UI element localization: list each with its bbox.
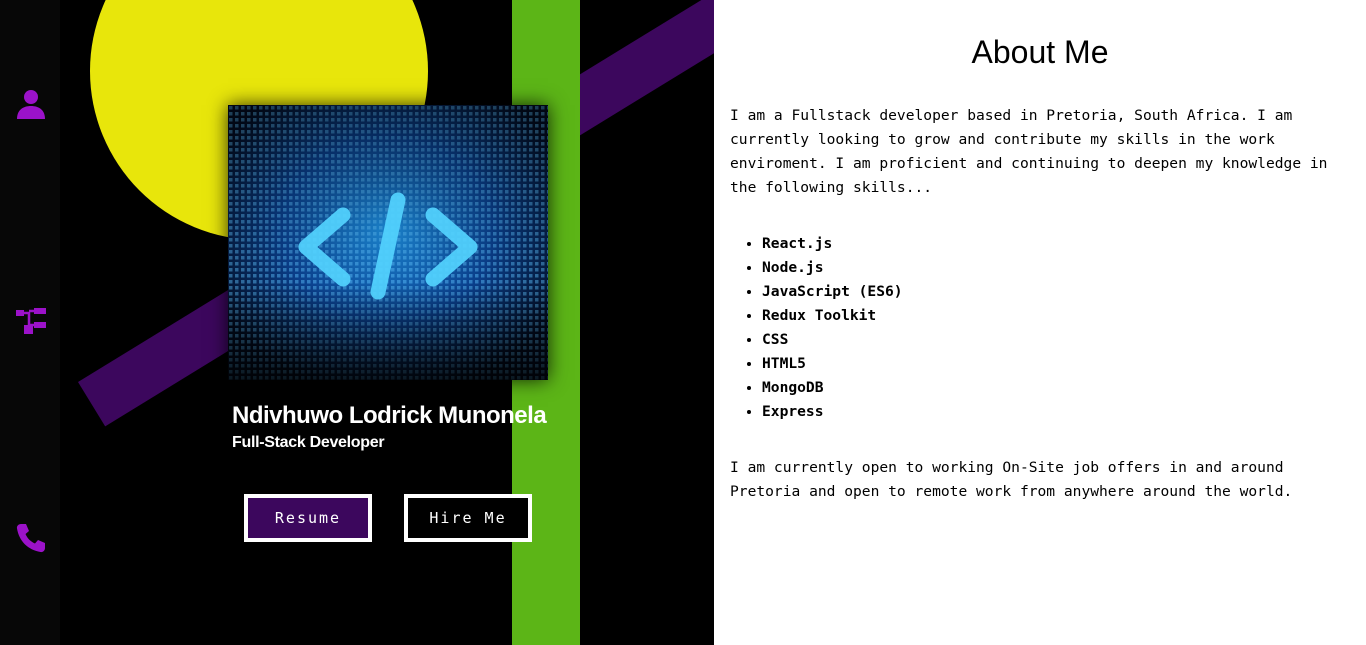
- about-outro: I am currently open to working On-Site j…: [730, 459, 1293, 500]
- about-intro: I am a Fullstack developer based in Pret…: [730, 107, 1328, 196]
- list-item: MongoDB: [762, 376, 903, 400]
- list-item: CSS: [762, 328, 903, 352]
- list-item: Node.js: [762, 256, 903, 280]
- about-section: About Me I am a Fullstack developer base…: [714, 0, 1366, 645]
- list-item: React.js: [762, 232, 903, 256]
- phone-icon[interactable]: [15, 522, 47, 554]
- code-icon: [228, 105, 548, 380]
- portfolio-page: Ndivhuwo Lodrick Munonela Full-Stack Dev…: [0, 0, 1366, 645]
- list-item: JavaScript (ES6): [762, 280, 903, 304]
- side-nav: [0, 0, 60, 645]
- hire-me-button[interactable]: Hire Me: [404, 494, 532, 542]
- about-title: About Me: [971, 34, 1109, 70]
- profile-name: Ndivhuwo Lodrick Munonela: [232, 402, 547, 429]
- list-item: Express: [762, 400, 903, 424]
- resume-button[interactable]: Resume: [244, 494, 372, 542]
- hero-section: Ndivhuwo Lodrick Munonela Full-Stack Dev…: [60, 0, 714, 645]
- profile-role: Full-Stack Developer: [232, 434, 385, 451]
- user-icon[interactable]: [15, 88, 47, 120]
- skills-list: React.js Node.js JavaScript (ES6) Redux …: [730, 232, 903, 424]
- list-item: Redux Toolkit: [762, 304, 903, 328]
- sitemap-icon[interactable]: [15, 306, 47, 338]
- list-item: HTML5: [762, 352, 903, 376]
